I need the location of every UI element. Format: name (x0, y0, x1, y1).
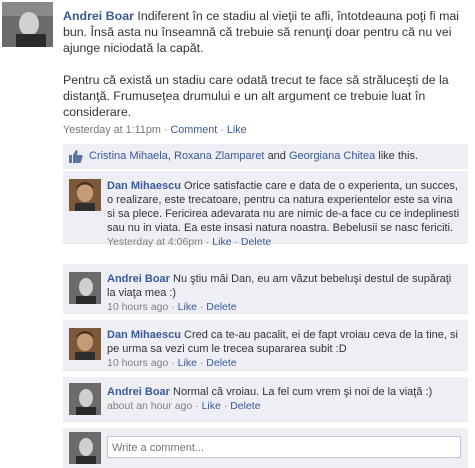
comment-text: Normal că vroiau. La fel cum vrem şi noi… (173, 386, 433, 398)
post-timestamp[interactable]: Yesterday at 1:11pm (63, 124, 161, 136)
liker-link[interactable]: Roxana Zlamparet (174, 144, 265, 169)
post-paragraph-2: Pentru că există un stadiu care odată tr… (63, 73, 449, 119)
likes-summary: Cristina Mihaela, Roxana Zlamparet and G… (63, 144, 468, 169)
comment-link[interactable]: Comment (170, 124, 217, 136)
comment-body: Andrei Boar Nu ştiu mâi Dan, eu am văzut… (107, 264, 462, 314)
and-word: and (267, 150, 286, 162)
separator: · (171, 301, 175, 313)
comment-author-link[interactable]: Dan Mihaescu (107, 180, 181, 192)
write-comment-box: Write a comment... (63, 428, 468, 468)
author-avatar[interactable] (2, 2, 53, 47)
comment-item: Dan Mihaescu Orice satisfactie care e da… (63, 171, 468, 248)
comment-time[interactable]: Yesterday at 4:06pm (107, 236, 203, 248)
comment-like-link[interactable]: Like (212, 236, 231, 248)
liker-link[interactable]: Georgiana Chitea (289, 144, 375, 169)
commenter-avatar[interactable] (69, 328, 101, 360)
comment-like-link[interactable]: Like (178, 301, 197, 313)
separator: · (199, 357, 204, 369)
comment-author-link[interactable]: Andrei Boar (107, 386, 170, 398)
comment-delete-link[interactable]: Delete (206, 357, 236, 369)
post-meta: Yesterday at 1:11pm · Comment · Like (63, 123, 475, 137)
separator: · (223, 400, 228, 412)
comma: , (167, 150, 171, 162)
separator: · (220, 124, 224, 136)
comment-time[interactable]: about an hour ago (107, 400, 192, 412)
comment-item: Andrei Boar Nu ştiu mâi Dan, eu am văzut… (63, 264, 468, 314)
comment-like-link[interactable]: Like (178, 357, 197, 369)
comment-delete-link[interactable]: Delete (241, 236, 271, 248)
commenter-avatar[interactable] (69, 383, 101, 415)
comment-delete-link[interactable]: Delete (230, 400, 260, 412)
thumbs-up-icon (69, 150, 83, 163)
comment-time[interactable]: 10 hours ago (107, 301, 168, 313)
comment-body: Andrei Boar Normal că vroiau. La fel cum… (107, 377, 462, 413)
status-post: Andrei Boar Indiferent în ce stadiu al v… (63, 8, 475, 137)
separator: · (199, 301, 204, 313)
current-user-avatar (69, 432, 101, 464)
comment-item: Dan Mihaescu Cred ca te-au pacalit, ei d… (63, 320, 468, 371)
comment-meta: 10 hours ago · Like · Delete (107, 300, 462, 314)
comment-meta: about an hour ago · Like · Delete (107, 399, 462, 413)
comment-author-link[interactable]: Dan Mihaescu (107, 329, 181, 341)
comment-body: Dan Mihaescu Orice satisfactie care e da… (107, 171, 462, 249)
comment-body: Dan Mihaescu Cred ca te-au pacalit, ei d… (107, 320, 462, 370)
comments-section: Cristina Mihaela, Roxana Zlamparet and G… (63, 144, 468, 468)
comment-time[interactable]: 10 hours ago (107, 357, 168, 369)
comment-input[interactable]: Write a comment... (107, 436, 461, 458)
commenter-avatar[interactable] (69, 179, 101, 211)
liker-link[interactable]: Cristina Mihaela (89, 144, 168, 169)
separator: · (234, 236, 238, 248)
comment-like-link[interactable]: Like (202, 400, 221, 412)
like-link[interactable]: Like (227, 124, 247, 136)
comment-meta: 10 hours ago · Like · Delete (107, 356, 462, 370)
comment-author-link[interactable]: Andrei Boar (107, 273, 170, 285)
post-author-link[interactable]: Andrei Boar (63, 9, 134, 23)
post-message: Andrei Boar Indiferent în ce stadiu al v… (63, 8, 475, 56)
comment-delete-link[interactable]: Delete (206, 301, 236, 313)
comment-meta: Yesterday at 4:06pm · Like · Delete (107, 235, 462, 249)
separator: · (163, 124, 168, 136)
commenter-avatar[interactable] (69, 272, 101, 304)
separator: · (205, 236, 210, 248)
comment-item: Andrei Boar Normal că vroiau. La fel cum… (63, 377, 468, 422)
likes-suffix: like this. (378, 150, 419, 162)
separator: · (195, 400, 199, 412)
separator: · (171, 357, 175, 369)
